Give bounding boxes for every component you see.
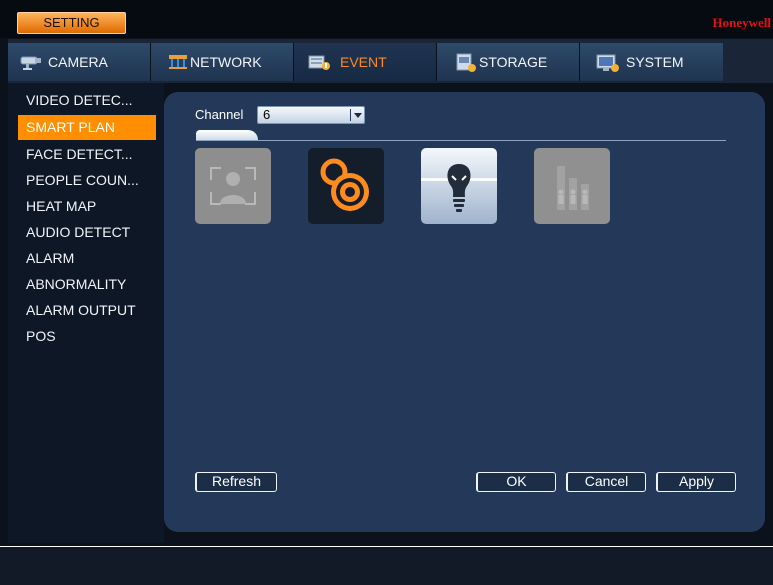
- brand-logo: Honeywell: [712, 15, 772, 30]
- sidebar-item-abnormality[interactable]: ABNORMALITY: [18, 272, 156, 297]
- tab-event[interactable]: EVENT: [294, 43, 437, 81]
- event-icon: [308, 53, 330, 71]
- storage-icon: [455, 53, 477, 72]
- face-detection-plan-button[interactable]: [195, 148, 271, 224]
- tab-label: EVENT: [340, 54, 387, 70]
- status-bar: [0, 546, 773, 585]
- ivs-plan-button[interactable]: [308, 148, 384, 224]
- tab-network[interactable]: NETWORK: [151, 43, 294, 81]
- network-icon: [167, 53, 189, 71]
- system-icon: [596, 53, 619, 72]
- title-bar: SETTING Honeywell: [0, 0, 773, 38]
- event-sidebar: VIDEO DETEC... SMART PLAN FACE DETECT...…: [8, 83, 164, 543]
- tab-label: CAMERA: [48, 54, 108, 70]
- channel-value: 6: [263, 107, 271, 122]
- camera-icon: [20, 53, 42, 71]
- ivs-target-icon: [320, 158, 369, 211]
- tab-label: STORAGE: [479, 54, 548, 70]
- lightbulb-icon: [421, 164, 497, 212]
- tab-label: SYSTEM: [626, 54, 684, 70]
- sidebar-item-heat-map[interactable]: HEAT MAP: [18, 194, 156, 219]
- smart-light-plan-button[interactable]: [421, 148, 497, 224]
- people-counting-icon: [557, 166, 589, 210]
- tab-storage[interactable]: STORAGE: [437, 43, 580, 81]
- channel-dropdown[interactable]: 6: [257, 106, 365, 124]
- sidebar-item-video-detect[interactable]: VIDEO DETEC...: [18, 88, 156, 113]
- cancel-button[interactable]: Cancel: [566, 472, 646, 492]
- sidebar-item-audio-detect[interactable]: AUDIO DETECT: [18, 220, 156, 245]
- setting-button[interactable]: SETTING: [17, 12, 126, 34]
- refresh-button[interactable]: Refresh: [195, 472, 277, 492]
- divider: [196, 140, 726, 141]
- people-counting-plan-button[interactable]: [534, 148, 610, 224]
- tab-label: NETWORK: [190, 54, 262, 70]
- sidebar-item-smart-plan[interactable]: SMART PLAN: [18, 115, 156, 140]
- apply-button[interactable]: Apply: [656, 472, 736, 492]
- ok-button[interactable]: OK: [476, 472, 556, 492]
- tab-camera[interactable]: CAMERA: [8, 43, 151, 81]
- sidebar-item-face-detect[interactable]: FACE DETECT...: [18, 142, 156, 167]
- channel-label: Channel: [195, 107, 244, 122]
- smart-plan-panel: Channel 6 Refresh OK Cancel Apply: [164, 92, 765, 532]
- sidebar-item-alarm-output[interactable]: ALARM OUTPUT: [18, 298, 156, 323]
- face-detection-icon: [210, 167, 256, 205]
- sidebar-item-alarm[interactable]: ALARM: [18, 246, 156, 271]
- sidebar-item-pos[interactable]: POS: [18, 324, 156, 349]
- sidebar-item-people-counting[interactable]: PEOPLE COUN...: [18, 168, 156, 193]
- tab-system[interactable]: SYSTEM: [580, 43, 723, 81]
- chevron-down-icon: [350, 109, 362, 121]
- channel-subtab[interactable]: [196, 130, 258, 140]
- main-tab-bar: CAMERA NETWORK EVENT STORAGE SYSTEM: [8, 39, 773, 83]
